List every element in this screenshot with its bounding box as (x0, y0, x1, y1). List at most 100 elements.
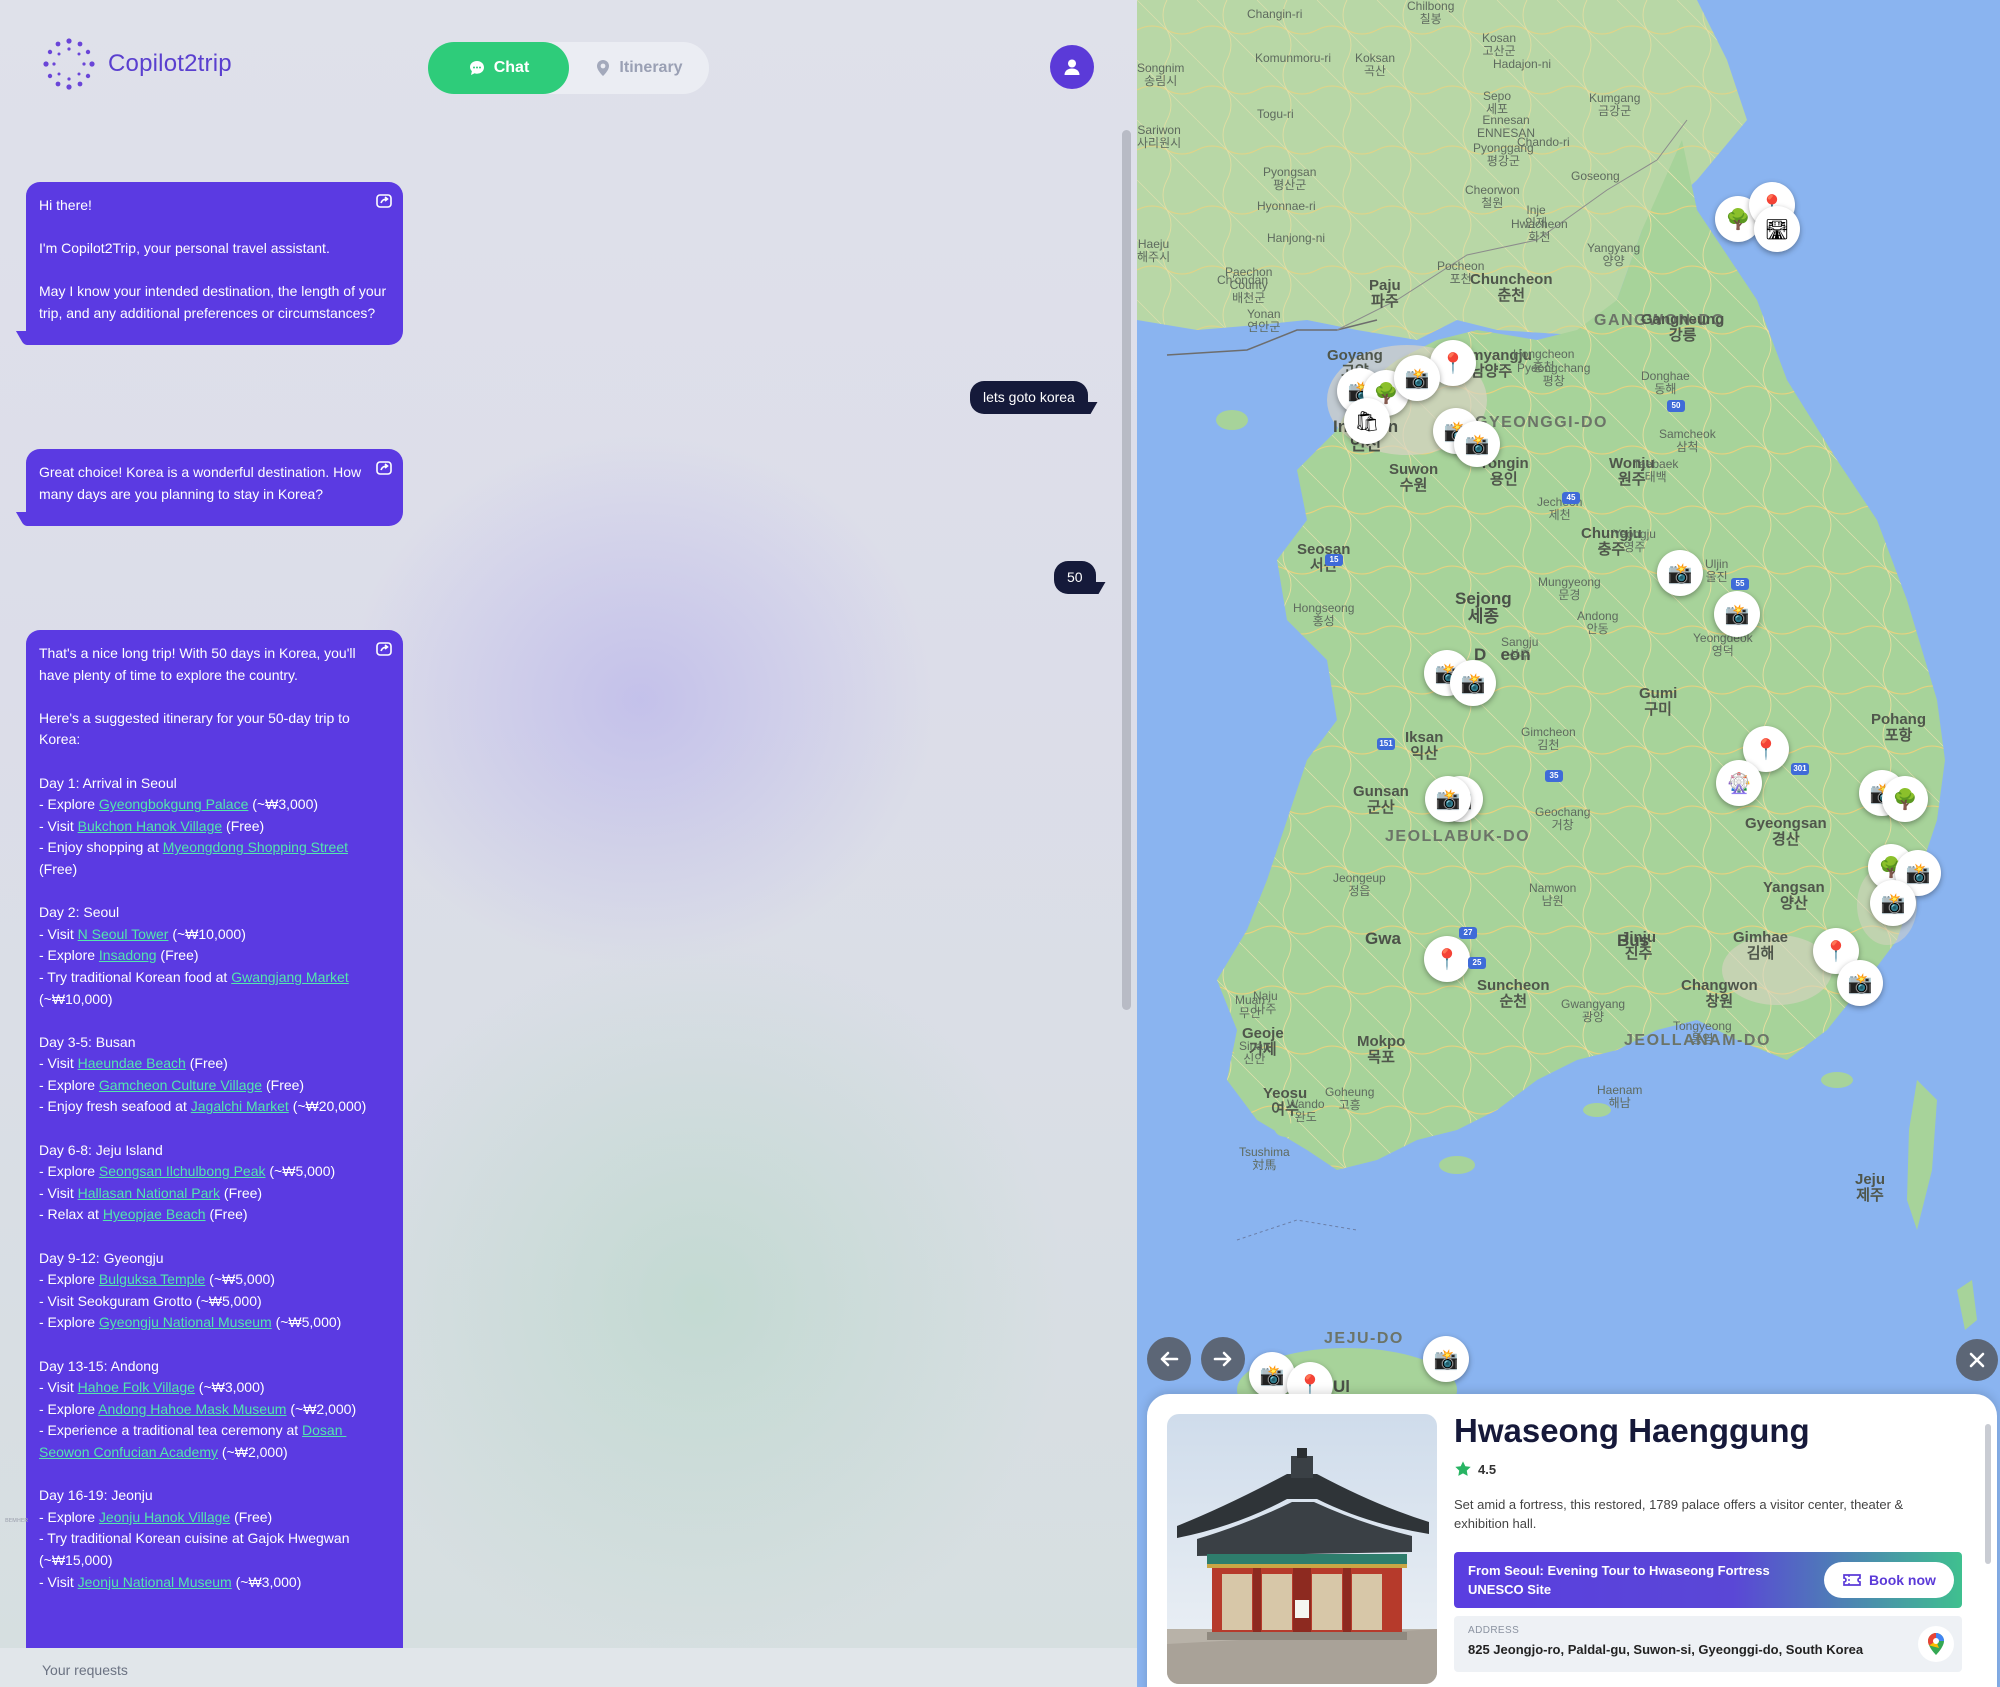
map-marker-camera-icon[interactable]: 📸 (1714, 591, 1760, 637)
place-link[interactable]: Bukchon Hanok Village (78, 818, 223, 834)
itinerary-item: - Explore Gyeongbokgung Palace (~₩3,000) (39, 794, 387, 816)
chat-scrollbar[interactable] (1122, 130, 1131, 1010)
place-link[interactable]: Jeonju National Museum (78, 1574, 232, 1590)
item-price: (Free) (220, 1184, 263, 1201)
next-place-button[interactable] (1201, 1337, 1245, 1381)
place-link[interactable]: Jeonju Hanok Village (99, 1509, 230, 1525)
map-marker-sign-icon[interactable]: 🛣 (1754, 206, 1800, 252)
map-marker-tree-icon[interactable]: 🌳 (1882, 776, 1928, 822)
highway-shield: 25 (1468, 957, 1486, 969)
item-text: - Explore (39, 947, 99, 964)
logo[interactable]: Copilot2trip (42, 37, 232, 91)
item-text: - Visit (39, 925, 78, 942)
share-icon[interactable] (375, 192, 393, 210)
card-scrollbar[interactable] (1985, 1424, 1991, 1564)
item-price: (~₩3,000) (248, 796, 319, 813)
item-text: - Explore (39, 796, 99, 813)
map-marker-ferris-wheel-icon[interactable]: 🎡 (1716, 760, 1762, 806)
tour-title: From Seoul: Evening Tour to Hwaseong For… (1468, 1563, 1770, 1597)
itinerary-item: - Explore Gamcheon Culture Village (Free… (39, 1075, 387, 1097)
google-maps-button[interactable] (1918, 1626, 1954, 1662)
highway-shield: 45 (1562, 492, 1580, 504)
message-input-bar[interactable]: Your requests (0, 1648, 1137, 1687)
itinerary-item: - Visit Bukchon Hanok Village (Free) (39, 816, 387, 838)
tab-itinerary-label: Itinerary (619, 59, 683, 76)
item-price: (Free) (222, 817, 265, 834)
close-card-button[interactable] (1956, 1339, 1998, 1381)
place-link[interactable]: Gyeongbokgung Palace (99, 796, 248, 812)
map-place-label: Chilbong 칠봉 (1407, 0, 1455, 26)
message-input-placeholder: Your requests (42, 1662, 128, 1678)
book-now-label: Book now (1869, 1572, 1936, 1588)
tab-chat[interactable]: Chat (428, 42, 569, 94)
place-link[interactable]: Gwangjang Market (231, 969, 349, 985)
place-link[interactable]: Bulguksa Temple (99, 1271, 205, 1287)
message-text: Great choice! Korea is a wonderful desti… (39, 464, 366, 502)
map-place-label: Paju 파주 (1369, 277, 1401, 310)
map-place-label: Naju 나주 (1253, 989, 1278, 1016)
place-link[interactable]: Myeongdong Shopping Street (163, 839, 348, 855)
map-marker-camera-icon[interactable]: 📸 (1870, 880, 1916, 926)
map-place-label: Kumgang 금강군 (1589, 91, 1641, 118)
chat-panel: Copilot2trip Chat Itinerary Hi there! I'… (0, 0, 1137, 1687)
map-place-label: Changwon 창원 (1681, 977, 1758, 1010)
place-link[interactable]: Hallasan National Park (78, 1185, 220, 1201)
itinerary-item: - Explore Andong Hahoe Mask Museum (~₩2,… (39, 1399, 387, 1421)
item-price: (~₩3,000) (231, 1573, 302, 1590)
itinerary-item: - Visit Haeundae Beach (Free) (39, 1053, 387, 1075)
google-maps-pin-icon (1928, 1633, 1944, 1655)
map-place-label: Gimcheon 김천 (1521, 725, 1576, 752)
map-marker-camera-icon[interactable]: 📸 (1454, 421, 1500, 467)
place-photo[interactable] (1167, 1414, 1437, 1684)
map-marker-camera-icon[interactable]: 📸 (1423, 1336, 1469, 1382)
map-place-label: Gimhae 김해 (1733, 929, 1789, 962)
item-price: (~₩5,000) (271, 1314, 342, 1331)
map-place-label: JEOLLABUK-DO (1385, 828, 1531, 845)
place-link[interactable]: Insadong (99, 947, 157, 963)
map-place-label: Pyeongchang 평창 (1517, 361, 1591, 388)
map-marker-camera-icon[interactable]: 📸 (1837, 960, 1883, 1006)
user-avatar-button[interactable] (1050, 45, 1094, 89)
share-icon[interactable] (375, 459, 393, 477)
map-marker-pin-icon[interactable]: 📍 (1424, 936, 1470, 982)
map-place-label: Haeju 해주시 (1137, 237, 1171, 264)
map-marker-camera-icon[interactable]: 📸 (1394, 355, 1440, 401)
map-place-label: Pyongsan 평산군 (1263, 165, 1317, 192)
assistant-itinerary-message: That's a nice long trip! With 50 days in… (26, 630, 403, 1680)
itinerary-item: - Experience a traditional tea ceremony … (39, 1420, 387, 1463)
map-place-label: Hongseong 홍성 (1293, 601, 1355, 628)
map-marker-camera-icon[interactable]: 📸 (1657, 550, 1703, 596)
previous-place-button[interactable] (1147, 1337, 1191, 1381)
tab-itinerary[interactable]: Itinerary (569, 42, 709, 94)
place-link[interactable]: N Seoul Tower (78, 926, 169, 942)
map-place-label: Taebaek 태백 (1633, 457, 1679, 484)
map-place-label: Gwa (1365, 929, 1401, 948)
place-link[interactable]: Hyeopjae Beach (103, 1206, 206, 1222)
side-watermark: ʙᴇᴍʜᴇʀ (5, 1517, 29, 1524)
itinerary-item: - Explore Jeonju Hanok Village (Free) (39, 1507, 387, 1529)
arrow-left-icon (1160, 1351, 1179, 1367)
place-link[interactable]: Hahoe Folk Village (78, 1379, 195, 1395)
map-place-label: Sejong 세종 (1455, 589, 1512, 626)
place-link[interactable]: Andong Hahoe Mask Museum (98, 1401, 286, 1417)
place-link[interactable]: Jagalchi Market (191, 1098, 289, 1114)
highway-shield: 35 (1545, 770, 1563, 782)
map-marker-shopping-icon[interactable]: 🛍 (1344, 398, 1390, 444)
map-place-label: Mokpo 목포 (1357, 1033, 1406, 1066)
place-link[interactable]: Gyeongju National Museum (99, 1314, 272, 1330)
map-place-label: JEOLLANAM-DO (1624, 1032, 1771, 1049)
book-now-button[interactable]: Book now (1824, 1562, 1954, 1598)
map-place-label: Koksan 곡산 (1355, 51, 1396, 78)
place-link[interactable]: Seongsan Ilchulbong Peak (99, 1163, 266, 1179)
item-price: (~₩3,000) (194, 1379, 265, 1396)
share-icon[interactable] (375, 640, 393, 658)
place-link[interactable]: Haeundae Beach (78, 1055, 186, 1071)
place-link[interactable]: Gamcheon Culture Village (99, 1077, 262, 1093)
message-text: Hi there! I'm Copilot2Trip, your persona… (39, 197, 387, 321)
itinerary-day-title: Day 2: Seoul (39, 904, 120, 921)
map-marker-camera-icon[interactable]: 📸 (1425, 776, 1471, 822)
item-text: - Enjoy shopping at (39, 839, 163, 856)
map-place-label: GYEONGGI-DO (1475, 414, 1608, 431)
map-marker-camera-icon[interactable]: 📸 (1450, 660, 1496, 706)
map-place-label: Samcheok 삼척 (1659, 427, 1716, 454)
